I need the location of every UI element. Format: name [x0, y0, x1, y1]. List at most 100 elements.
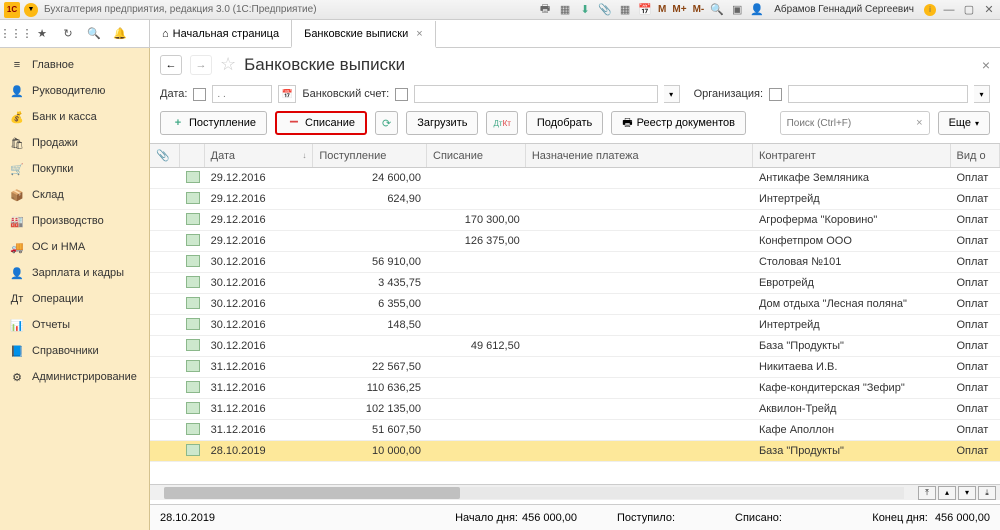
app-menu-dropdown[interactable]: ▼ [24, 3, 38, 17]
nav-back-button[interactable]: ← [160, 55, 182, 75]
page-close-button[interactable]: × [982, 57, 990, 73]
print-icon[interactable]: 🖶 [538, 3, 552, 17]
table-row[interactable]: 31.12.201651 607,50Кафе АполлонОплат [150, 420, 1000, 441]
app-title: Бухгалтерия предприятия, редакция 3.0 (1… [44, 4, 538, 15]
refresh-button[interactable]: ⟳ [375, 111, 398, 135]
more-button[interactable]: Еще ▾ [938, 111, 990, 135]
info-icon[interactable]: i [924, 4, 936, 16]
account-select[interactable] [414, 85, 657, 103]
cell-income: 6 355,00 [313, 298, 427, 310]
memory-m-minus[interactable]: M- [693, 4, 705, 15]
scroll-down-button[interactable]: ▾ [958, 486, 976, 500]
star-icon[interactable]: ★ [34, 26, 50, 42]
table-row[interactable]: 30.12.20163 435,75ЕвротрейдОплат [150, 273, 1000, 294]
sidebar-item-3[interactable]: 🛍Продажи [0, 130, 149, 156]
search-clear-icon[interactable]: × [916, 117, 922, 129]
table-row[interactable]: 30.12.20166 355,00Дом отдыха "Лесная пол… [150, 294, 1000, 315]
sidebar-icon: ⚙ [10, 370, 24, 384]
table-row[interactable]: 31.12.201622 567,50Никитаева И.В.Оплат [150, 357, 1000, 378]
th-agent[interactable]: Контрагент [753, 144, 951, 167]
org-select[interactable] [788, 85, 968, 103]
pick-button[interactable]: Подобрать [526, 111, 603, 135]
account-filter-checkbox[interactable] [395, 88, 408, 101]
window-icon[interactable]: ▣ [730, 3, 744, 17]
th-purpose[interactable]: Назначение платежа [526, 144, 753, 167]
org-select-button[interactable]: ▾ [974, 85, 990, 103]
table-row[interactable]: 29.12.2016624,90ИнтертрейдОплат [150, 189, 1000, 210]
sidebar-item-5[interactable]: 📦Склад [0, 182, 149, 208]
nav-forward-button[interactable]: → [190, 55, 212, 75]
maximize-icon[interactable]: ▢ [962, 3, 976, 17]
sidebar-item-1[interactable]: 👤Руководителю [0, 78, 149, 104]
tab-bank-statements[interactable]: Банковские выписки × [291, 21, 436, 48]
th-expense[interactable]: Списание [427, 144, 526, 167]
date-filter-input[interactable] [212, 85, 272, 103]
apps-icon[interactable]: ⋮⋮⋮ [8, 26, 24, 42]
sidebar-item-12[interactable]: ⚙Администрирование [0, 364, 149, 390]
cell-type: Оплат [951, 445, 1000, 457]
scroll-top-button[interactable]: ⤒ [918, 486, 936, 500]
bell-icon[interactable]: 🔔 [112, 26, 128, 42]
save-icon[interactable]: ⬇ [578, 3, 592, 17]
tab-home[interactable]: ⌂ Начальная страница [149, 20, 292, 47]
calendar-icon[interactable]: 📅 [638, 3, 652, 17]
expense-button[interactable]: − Списание [275, 111, 367, 135]
document-icon [186, 360, 200, 372]
cell-income: 3 435,75 [313, 277, 427, 289]
horizontal-scrollbar[interactable]: ⤒ ▴ ▾ ⤓ [150, 484, 1000, 500]
dtkt-button[interactable]: ДтКт [486, 111, 517, 135]
sidebar-item-label: ОС и НМА [32, 241, 85, 253]
link-icon[interactable]: 📎 [598, 3, 612, 17]
org-filter-checkbox[interactable] [769, 88, 782, 101]
income-button[interactable]: + Поступление [160, 111, 267, 135]
registry-button[interactable]: 🖶 Реестр документов [611, 111, 746, 135]
sidebar-item-9[interactable]: ДтОперации [0, 286, 149, 312]
sidebar-item-8[interactable]: 👤Зарплата и кадры [0, 260, 149, 286]
scroll-bottom-button[interactable]: ⤓ [978, 486, 996, 500]
th-attachment[interactable]: 📎 [150, 144, 180, 167]
th-date[interactable]: Дата↓ [205, 144, 314, 167]
search-toolbar-icon[interactable]: 🔍 [86, 26, 102, 42]
scroll-thumb[interactable] [164, 487, 460, 499]
minimize-icon[interactable]: — [942, 3, 956, 17]
close-icon[interactable]: ✕ [982, 3, 996, 17]
history-icon[interactable]: ↻ [60, 26, 76, 42]
sidebar-item-7[interactable]: 🚚ОС и НМА [0, 234, 149, 260]
th-icon[interactable] [180, 144, 205, 167]
table-row[interactable]: 30.12.201656 910,00Столовая №101Оплат [150, 252, 1000, 273]
search-box[interactable]: × [780, 111, 930, 135]
date-picker-button[interactable]: 📅 [278, 85, 296, 103]
date-filter-checkbox[interactable] [193, 88, 206, 101]
favorite-star-icon[interactable]: ☆ [220, 54, 236, 75]
load-button[interactable]: Загрузить [406, 111, 478, 135]
memory-m-plus[interactable]: M+ [672, 4, 686, 15]
user-name[interactable]: Абрамов Геннадий Сергеевич [774, 4, 914, 15]
table-row[interactable]: 28.10.201910 000,00База "Продукты"Оплат [150, 441, 1000, 462]
search-input[interactable] [787, 118, 917, 129]
sidebar-item-4[interactable]: 🛒Покупки [0, 156, 149, 182]
sidebar-item-6[interactable]: 🏭Производство [0, 208, 149, 234]
table-row[interactable]: 29.12.201624 600,00Антикафе ЗемляникаОпл… [150, 168, 1000, 189]
table-row[interactable]: 29.12.2016126 375,00Конфетпром ООООплат [150, 231, 1000, 252]
table-row[interactable]: 31.12.2016102 135,00Аквилон-ТрейдОплат [150, 399, 1000, 420]
cell-agent: Дом отдыха "Лесная поляна" [753, 298, 951, 310]
calc-icon[interactable]: ▦ [618, 3, 632, 17]
grid-icon[interactable]: ▦ [558, 3, 572, 17]
scroll-up-button[interactable]: ▴ [938, 486, 956, 500]
sidebar-item-10[interactable]: 📊Отчеты [0, 312, 149, 338]
table-row[interactable]: 30.12.2016148,50ИнтертрейдОплат [150, 315, 1000, 336]
table-row[interactable]: 30.12.201649 612,50База "Продукты"Оплат [150, 336, 1000, 357]
account-select-button[interactable]: ▾ [664, 85, 680, 103]
search-icon[interactable]: 🔍 [710, 3, 724, 17]
sidebar-item-0[interactable]: ≡Главное [0, 52, 149, 78]
th-type[interactable]: Вид о [951, 144, 1000, 167]
table-row[interactable]: 31.12.2016110 636,25Кафе-кондитерская "З… [150, 378, 1000, 399]
memory-m[interactable]: M [658, 4, 666, 15]
sidebar-item-11[interactable]: 📘Справочники [0, 338, 149, 364]
table-row[interactable]: 29.12.2016170 300,00Агроферма "Коровино"… [150, 210, 1000, 231]
th-income[interactable]: Поступление [313, 144, 427, 167]
tab-close-icon[interactable]: × [416, 28, 422, 40]
sidebar-item-2[interactable]: 💰Банк и касса [0, 104, 149, 130]
table-body[interactable]: 29.12.201624 600,00Антикафе ЗемляникаОпл… [150, 168, 1000, 484]
cell-income: 102 135,00 [313, 403, 427, 415]
